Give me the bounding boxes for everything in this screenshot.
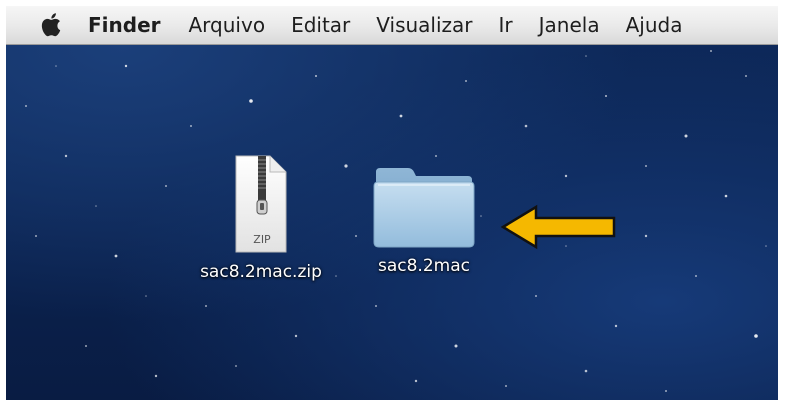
menu-item-visualizar[interactable]: Visualizar bbox=[376, 13, 472, 37]
desktop-icon-folder[interactable]: sac8.2mac bbox=[364, 164, 484, 276]
zip-file-icon: ZIP bbox=[235, 155, 287, 253]
menu-item-ir[interactable]: Ir bbox=[499, 13, 513, 37]
icon-label-zip: sac8.2mac.zip bbox=[200, 262, 322, 282]
menu-item-ajuda[interactable]: Ajuda bbox=[626, 13, 683, 37]
menu-bar: Finder Arquivo Editar Visualizar Ir Jane… bbox=[6, 6, 778, 45]
apple-icon[interactable] bbox=[38, 12, 66, 38]
menu-item-editar[interactable]: Editar bbox=[291, 13, 350, 37]
menu-app-finder[interactable]: Finder bbox=[88, 13, 161, 37]
icon-label-folder: sac8.2mac bbox=[378, 256, 470, 276]
menu-item-arquivo[interactable]: Arquivo bbox=[189, 13, 266, 37]
menu-item-janela[interactable]: Janela bbox=[539, 13, 600, 37]
zip-badge: ZIP bbox=[253, 233, 271, 246]
desktop-screen: Finder Arquivo Editar Visualizar Ir Jane… bbox=[6, 6, 778, 400]
folder-icon bbox=[373, 168, 475, 248]
annotation-arrow-icon bbox=[500, 204, 616, 250]
desktop-icon-zip[interactable]: ZIP sac8.2mac.zip bbox=[191, 154, 331, 282]
